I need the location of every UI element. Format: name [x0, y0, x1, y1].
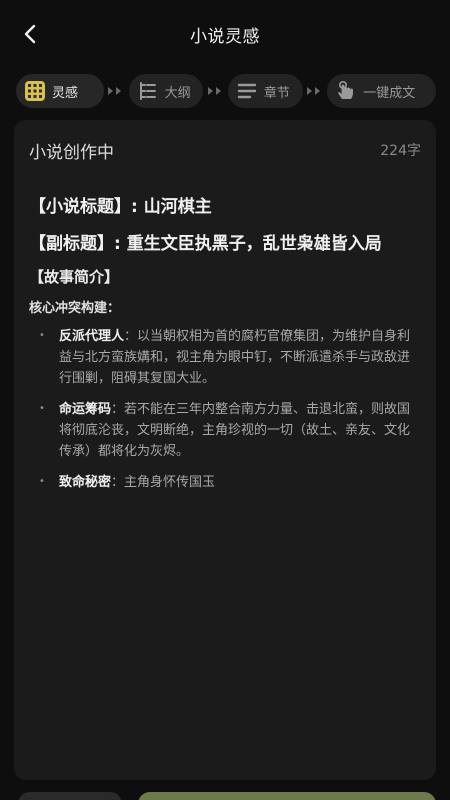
bullet-dot-icon: •: [39, 403, 45, 414]
step-label: 章节: [263, 85, 290, 101]
novel-title: 【小说标题】: 山河棋主: [29, 197, 212, 217]
header: 小说灵感: [0, 0, 450, 68]
core-conflict-heading: 核心冲突构建：: [29, 301, 121, 316]
grid-inspiration-icon: [24, 80, 46, 102]
list-item-key: 致命秘密: [59, 475, 112, 490]
step-outline[interactable]: 大纲: [128, 74, 204, 108]
novel-subtitle: 【副标题】: 重生文臣执黑子，乱世枭雄皆入局: [29, 234, 382, 254]
list-item-key: 命运筹码: [59, 402, 112, 417]
story-summary-heading: 【故事简介】: [29, 268, 120, 286]
list-item: • 致命秘密：主角身怀传国玉: [39, 472, 421, 493]
step-arrow-icon: [203, 86, 228, 96]
step-arrow-icon: [104, 86, 129, 96]
step-one-click[interactable]: 一键成文: [327, 74, 437, 108]
list-item-text: ：若不能在三年内整合南方力量、击退北蛮，则故国将彻底沦丧，文明断绝，主角珍视的一…: [59, 402, 411, 459]
back-button[interactable]: [14, 20, 46, 48]
page-title: 小说灵感: [190, 26, 260, 47]
list-item: • 命运筹码：若不能在三年内整合南方力量、击退北蛮，则故国将彻底沦丧，文明断绝，…: [39, 399, 421, 462]
screen: 小说灵感 灵感 大纲 章节 一键成文 小说创作中 224字 【小说标题】: 山河…: [0, 0, 450, 800]
list-item-body: 反派代理人：以当朝权相为首的腐朽官僚集团，为维护自身利益与北方蛮族媾和，视主角为…: [59, 326, 421, 389]
step-label: 一键成文: [363, 85, 416, 101]
secondary-action-button[interactable]: [18, 792, 122, 800]
list-item-text: ：主角身怀传国玉: [111, 475, 216, 490]
back-arrow-icon: [24, 24, 36, 44]
chapter-lines-icon: [236, 80, 258, 102]
step-label: 大纲: [164, 85, 191, 101]
step-arrow-icon: [303, 86, 328, 96]
primary-action-button[interactable]: [138, 792, 436, 800]
list-item-body: 致命秘密：主角身怀传国玉: [59, 472, 215, 493]
creation-status: 小说创作中: [29, 142, 114, 163]
conflict-list: • 反派代理人：以当朝权相为首的腐朽官僚集团，为维护自身利益与北方蛮族媾和，视主…: [29, 326, 421, 493]
step-label: 灵感: [52, 85, 79, 101]
step-chapter[interactable]: 章节: [227, 74, 303, 108]
bullet-dot-icon: •: [39, 476, 45, 487]
list-item: • 反派代理人：以当朝权相为首的腐朽官僚集团，为维护自身利益与北方蛮族媾和，视主…: [39, 326, 421, 389]
outline-list-icon: [137, 80, 159, 102]
content-card: 小说创作中 224字 【小说标题】: 山河棋主 【副标题】: 重生文臣执黑子，乱…: [14, 120, 436, 780]
tap-hand-icon: [335, 80, 357, 102]
step-inspiration[interactable]: 灵感: [16, 74, 104, 108]
character-count: 224字: [380, 143, 421, 159]
bullet-dot-icon: •: [39, 330, 45, 341]
list-item-key: 反派代理人: [59, 329, 125, 344]
list-item-body: 命运筹码：若不能在三年内整合南方力量、击退北蛮，则故国将彻底沦丧，文明断绝，主角…: [59, 399, 421, 462]
steps-bar: 灵感 大纲 章节 一键成文: [16, 74, 437, 108]
card-header: 小说创作中 224字: [29, 136, 421, 164]
